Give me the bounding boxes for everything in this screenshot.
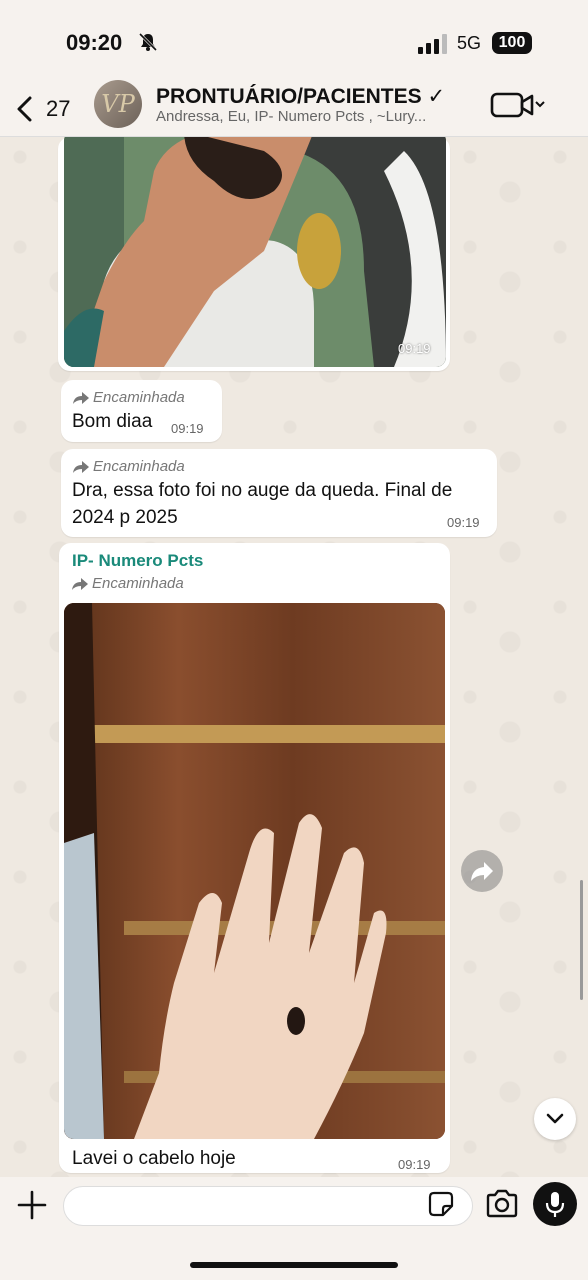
network-type: 5G xyxy=(457,33,482,53)
message-time: 09:19 xyxy=(171,421,204,436)
message-text: Bom diaa xyxy=(72,411,153,432)
avatar-initials: VP xyxy=(101,90,135,118)
forwarded-label: Encaminhada xyxy=(73,389,185,406)
unread-count: 27 xyxy=(46,96,71,121)
group-title-text: PRONTUÁRIO/PACIENTES xyxy=(156,85,422,108)
back-button[interactable]: 27 xyxy=(12,90,72,126)
message-time: 09:19 xyxy=(447,515,480,530)
bell-slash-icon xyxy=(138,32,158,52)
group-members[interactable]: Andressa, Eu, IP- Numero Pcts , ~Lury... xyxy=(156,108,461,125)
scroll-indicator[interactable] xyxy=(580,880,583,1000)
photo-hand-with-hair xyxy=(64,137,446,367)
message-text: Dra, essa foto foi no auge da queda. Fin… xyxy=(72,480,453,528)
chevron-down-icon xyxy=(546,1113,564,1124)
message-input[interactable] xyxy=(63,1186,473,1226)
group-title[interactable]: PRONTUÁRIO/PACIENTES ✓ xyxy=(156,84,445,109)
image-message[interactable]: IP- Numero Pcts Encaminhada Lavei o cabe… xyxy=(59,543,450,1173)
message-time: 09:19 xyxy=(398,1157,431,1172)
chevron-left-icon xyxy=(17,96,32,122)
voice-message-button[interactable] xyxy=(533,1182,577,1226)
image-message[interactable]: 09:19 xyxy=(58,137,450,371)
message-caption: Lavei o cabelo hoje xyxy=(72,1148,236,1169)
forward-message-button[interactable] xyxy=(461,850,503,892)
message-time: 09:19 xyxy=(398,341,431,356)
microphone-icon xyxy=(545,1192,565,1217)
message-photo[interactable]: 09:19 xyxy=(64,137,446,367)
status-bar: 09:20 5G 100 xyxy=(0,0,588,80)
sticker-icon[interactable] xyxy=(428,1191,454,1217)
text-message[interactable]: Encaminhada Bom diaa 09:19 xyxy=(61,380,222,442)
group-avatar[interactable]: VP xyxy=(94,80,142,128)
forward-arrow-icon xyxy=(73,392,89,404)
sender-name[interactable]: IP- Numero Pcts xyxy=(72,551,203,571)
home-indicator[interactable] xyxy=(190,1262,398,1268)
battery-indicator: 100 xyxy=(492,32,532,54)
video-camera-icon[interactable] xyxy=(490,90,546,120)
title-check-mark: ✓ xyxy=(427,85,446,108)
status-time: 09:20 xyxy=(66,30,123,55)
forward-arrow-icon xyxy=(72,578,88,590)
forwarded-label: Encaminhada xyxy=(73,458,185,475)
cellular-signal-icon xyxy=(418,34,447,54)
forward-arrow-icon xyxy=(73,461,89,473)
plus-icon[interactable] xyxy=(16,1189,48,1221)
chat-messages[interactable]: 09:19 Encaminhada Bom diaa 09:19 Encamin… xyxy=(0,137,588,1177)
chat-header: 27 VP PRONTUÁRIO/PACIENTES ✓ Andressa, E… xyxy=(0,80,588,137)
camera-icon[interactable] xyxy=(485,1189,519,1219)
photo-palm-with-hair xyxy=(64,603,445,1139)
text-message[interactable]: Encaminhada Dra, essa foto foi no auge d… xyxy=(61,449,497,537)
forwarded-label: Encaminhada xyxy=(72,575,184,592)
scroll-to-bottom-button[interactable] xyxy=(534,1098,576,1140)
message-photo[interactable] xyxy=(64,603,445,1139)
forward-arrow-icon xyxy=(471,862,493,881)
